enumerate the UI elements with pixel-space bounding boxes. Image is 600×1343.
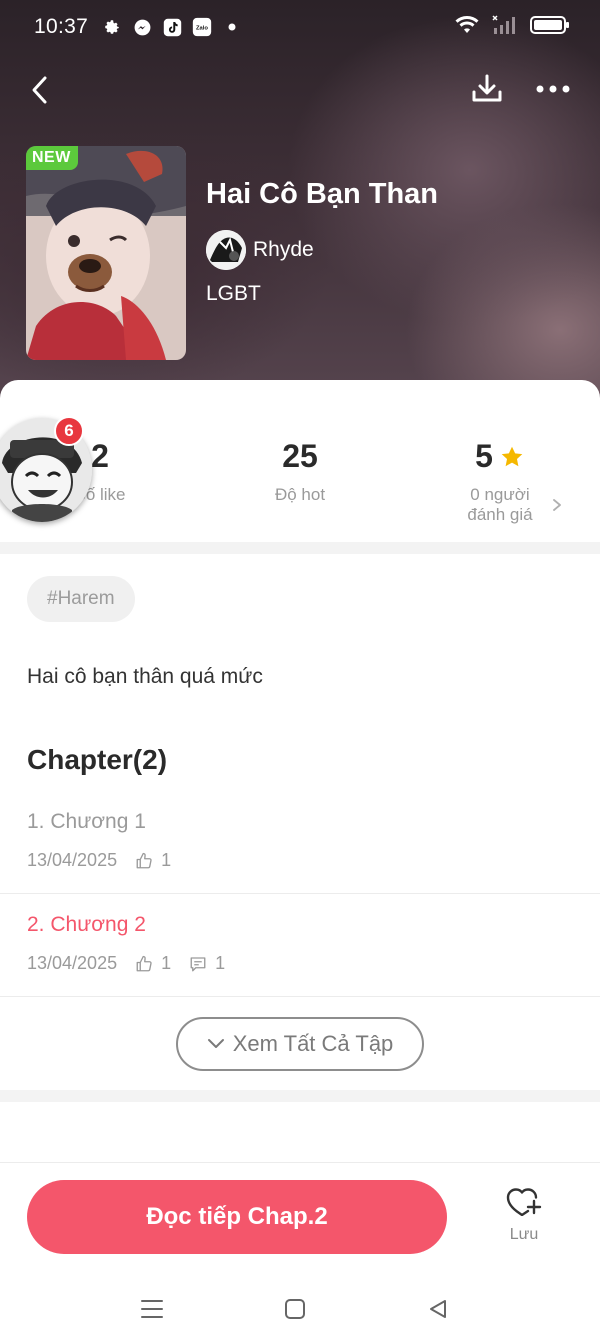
rating-label-line2: đánh giá (467, 505, 533, 524)
chapter-date: 13/04/2025 (27, 850, 118, 870)
likes-value: 2 (91, 438, 109, 474)
rating-value: 5 (475, 438, 493, 474)
thumbs-up-icon (136, 852, 152, 868)
row-divider (0, 996, 600, 997)
chapter-likes: 1 (135, 850, 171, 871)
continue-reading-button[interactable]: Đọc tiếp Chap.2 (27, 1180, 447, 1254)
back-button[interactable] (20, 70, 60, 110)
hot-label: Độ hot (274, 485, 326, 504)
comment-icon (190, 956, 206, 971)
author-name: Rhyde (253, 238, 314, 261)
hot-value: 25 (282, 438, 318, 474)
chapter-item-1[interactable]: 1. Chương 1 13/04/2025 1 (0, 792, 600, 894)
signal-icon (492, 14, 518, 40)
triangle-back-icon (430, 1300, 446, 1318)
chevron-down-icon (207, 1039, 224, 1048)
dot-icon (222, 17, 242, 37)
stat-rating[interactable]: 5 0 người đánh giá (400, 438, 600, 525)
more-options-button[interactable] (530, 68, 576, 110)
status-bar: 10:37 Zalo (0, 0, 600, 54)
messenger-icon (132, 17, 152, 37)
home-button[interactable] (277, 1294, 313, 1324)
chapter-comment-count: 1 (215, 953, 226, 973)
genre-label[interactable]: LGBT (206, 282, 261, 306)
thumbs-up-icon (136, 955, 152, 971)
heart-plus-icon (506, 1188, 542, 1216)
settings-icon (102, 17, 122, 37)
view-all-label: Xem Tất Cả Tập (232, 1031, 394, 1056)
chapter-likes: 1 (135, 953, 171, 974)
tag-harem[interactable]: #Harem (27, 576, 135, 622)
chapter-title: 2. Chương 2 (27, 913, 146, 936)
system-navigation-bar (0, 1280, 600, 1343)
chapter-meta: 13/04/2025 1 (27, 850, 171, 871)
stat-hot: 25 Độ hot (200, 438, 400, 505)
story-title: Hai Cô Bạn Than (206, 178, 439, 210)
recent-apps-button[interactable] (134, 1294, 170, 1324)
chat-head-notification-badge: 6 (54, 416, 84, 446)
home-square-icon (285, 1299, 305, 1319)
download-icon (472, 74, 502, 102)
view-all-chapters-button[interactable]: Xem Tất Cả Tập (176, 1017, 424, 1071)
chevron-left-icon (32, 76, 47, 104)
story-hero-header: 10:37 Zalo NEW Hai Cô Bạn Than Rhyde LGB… (0, 0, 600, 420)
author-avatar (206, 230, 246, 270)
rating-value-row: 5 (475, 438, 525, 475)
rating-label-line1: 0 người (470, 485, 530, 504)
chapter-date: 13/04/2025 (27, 953, 118, 973)
more-horizontal-icon (536, 85, 570, 93)
bottom-bar-divider (0, 1162, 600, 1163)
cover-photo (26, 146, 186, 360)
chapter-like-count: 1 (161, 850, 172, 870)
rating-label: 0 người đánh giá (400, 485, 600, 525)
author-link[interactable]: Rhyde (206, 230, 314, 270)
status-system-icons (454, 14, 570, 40)
top-navigation (0, 62, 600, 118)
floating-chat-head[interactable]: 6 (0, 416, 92, 522)
save-label: Lưu (509, 1226, 539, 1243)
chapter-comments: 1 (189, 953, 225, 974)
row-divider (0, 893, 600, 894)
tiktok-icon (162, 17, 182, 37)
chapter-like-count: 1 (161, 953, 172, 973)
battery-icon (530, 15, 570, 40)
section-divider (0, 1090, 600, 1102)
status-time: 10:37 (34, 15, 89, 38)
download-button[interactable] (466, 68, 508, 110)
menu-icon (141, 1300, 163, 1318)
star-icon (501, 446, 523, 466)
chapter-item-2[interactable]: 2. Chương 2 13/04/2025 1 1 (0, 895, 600, 997)
story-cover-image[interactable]: NEW (26, 146, 186, 360)
chapter-title: 1. Chương 1 (27, 810, 146, 833)
status-notification-icons: Zalo (102, 17, 242, 37)
zalo-icon-text: Zalo (196, 26, 208, 32)
section-divider (0, 542, 600, 554)
zalo-icon: Zalo (192, 17, 212, 37)
chapter-list-heading: Chapter(2) (27, 744, 168, 775)
system-back-button[interactable] (420, 1294, 456, 1324)
new-badge: NEW (26, 146, 78, 170)
save-button[interactable]: Lưu (490, 1184, 558, 1256)
story-description: Hai cô bạn thân quá mức (27, 665, 263, 688)
chapter-meta: 13/04/2025 1 1 (27, 953, 225, 974)
chevron-right-icon (553, 499, 561, 511)
wifi-icon (454, 15, 480, 40)
